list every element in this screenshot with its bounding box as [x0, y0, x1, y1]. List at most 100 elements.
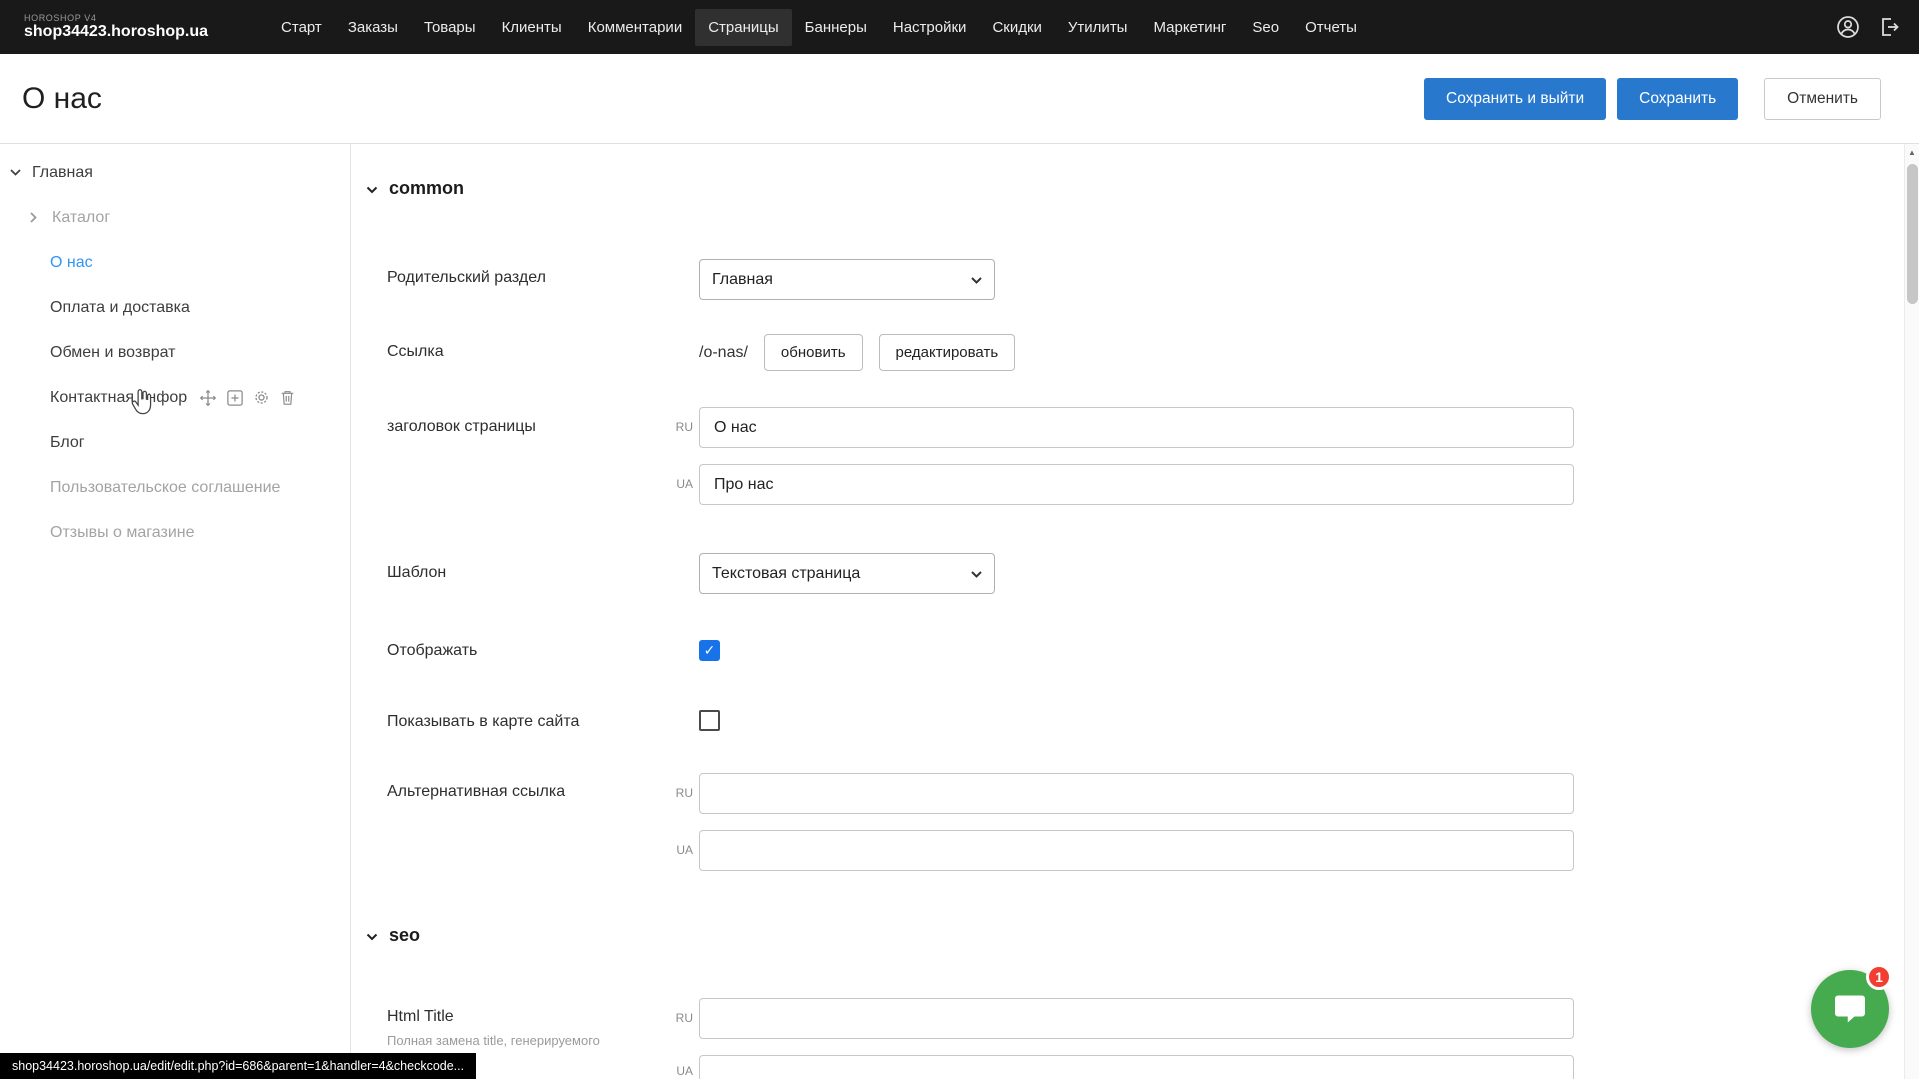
save-button[interactable]: Сохранить [1617, 78, 1738, 120]
lang-badge-ua: UA [659, 843, 693, 857]
link-label: Ссылка [387, 342, 444, 362]
alt-link-label: Альтернативная ссылка [387, 782, 565, 802]
sidebar-item-oplata[interactable]: Оплата и доставка [0, 285, 350, 330]
lang-badge-ru: RU [659, 420, 693, 434]
link-preview-statusbar: shop34423.horoshop.ua/edit/edit.php?id=6… [0, 1053, 476, 1079]
sidebar-item-label: Оплата и доставка [50, 299, 190, 317]
logout-icon[interactable] [1877, 15, 1901, 39]
nav-item-discounts[interactable]: Скидки [979, 9, 1054, 46]
template-select[interactable]: Текстовая страница [699, 553, 995, 594]
sidebar-item-obmen[interactable]: Обмен и возврат [0, 330, 350, 375]
sidebar-item-label: О нас [50, 254, 93, 272]
link-path: /o-nas/ [699, 344, 748, 362]
sidebar-item-glavnaya[interactable]: Главная [0, 150, 350, 195]
delete-trash-icon[interactable] [280, 389, 295, 406]
main-nav: Старт Заказы Товары Клиенты Комментарии … [268, 9, 1370, 46]
nav-item-pages[interactable]: Страницы [695, 9, 791, 46]
html-title-label: Html Title [387, 1007, 454, 1027]
cursor-hand [127, 387, 155, 417]
tree-item-actions [199, 389, 295, 407]
section-seo[interactable]: seo [366, 925, 420, 946]
chevron-down-icon [971, 565, 982, 583]
scrollbar-thumb[interactable] [1907, 164, 1918, 304]
workspace: Главная Каталог О нас Оплата и доставка … [0, 143, 1919, 1079]
page-title-ua-input[interactable] [699, 464, 1574, 505]
chevron-right-icon [30, 212, 44, 223]
template-label: Шаблон [387, 563, 446, 583]
lang-badge-ua: UA [659, 1064, 693, 1078]
sidebar-item-soglashenie[interactable]: Пользовательское соглашение [0, 465, 350, 510]
html-title-ru-input[interactable] [699, 998, 1574, 1039]
html-title-ua-input[interactable] [699, 1055, 1574, 1079]
section-title: common [389, 178, 464, 199]
nav-item-comments[interactable]: Комментарии [575, 9, 695, 46]
page-title: О нас [22, 82, 102, 116]
select-value: Главная [712, 271, 773, 289]
nav-item-start[interactable]: Старт [268, 9, 335, 46]
lang-badge-ua: UA [659, 477, 693, 491]
brand-version: HOROSHOP V4 [24, 13, 208, 23]
alt-link-ru-input[interactable] [699, 773, 1574, 814]
sidebar-item-label: Главная [32, 164, 93, 182]
chevron-down-icon [10, 169, 24, 176]
sidebar-item-kontaktnaya[interactable]: Контактная инфор [0, 375, 350, 420]
sidebar-item-label: Отзывы о магазине [50, 524, 195, 542]
pages-tree-sidebar: Главная Каталог О нас Оплата и доставка … [0, 144, 351, 1079]
topbar: HOROSHOP V4 shop34423.horoshop.ua Старт … [0, 0, 1919, 54]
brand-logo[interactable]: HOROSHOP V4 shop34423.horoshop.ua [24, 13, 208, 42]
settings-gear-icon[interactable] [253, 389, 270, 406]
sitemap-label: Показывать в карте сайта [387, 712, 579, 732]
sidebar-item-label: Пользовательское соглашение [50, 479, 280, 497]
sidebar-item-katalog[interactable]: Каталог [0, 195, 350, 240]
sidebar-item-otzyvy[interactable]: Отзывы о магазине [0, 510, 350, 555]
nav-item-utilities[interactable]: Утилиты [1055, 9, 1141, 46]
page-edit-form: common Родительский раздел Главная Ссылк… [351, 144, 1919, 1079]
nav-item-seo[interactable]: Seo [1239, 9, 1292, 46]
display-checkbox[interactable]: ✓ [699, 640, 720, 661]
nav-item-orders[interactable]: Заказы [335, 9, 411, 46]
alt-link-ua-input[interactable] [699, 830, 1574, 871]
nav-item-reports[interactable]: Отчеты [1292, 9, 1370, 46]
link-update-button[interactable]: обновить [764, 334, 863, 371]
scrollbar[interactable]: ▲ [1904, 144, 1919, 1079]
chevron-down-icon [971, 271, 982, 289]
add-page-icon[interactable] [227, 390, 243, 406]
select-value: Текстовая страница [712, 565, 860, 583]
sidebar-item-label: Каталог [52, 209, 110, 227]
sidebar-item-o-nas[interactable]: О нас [0, 240, 350, 285]
link-row: /o-nas/ обновить редактировать [699, 334, 1015, 371]
move-icon[interactable] [199, 389, 217, 407]
page-header: О нас Сохранить и выйти Сохранить Отмени… [0, 54, 1919, 143]
check-icon: ✓ [704, 642, 716, 659]
sidebar-item-label: Контактная инфор [50, 389, 187, 407]
sitemap-checkbox[interactable] [699, 710, 720, 731]
parent-section-select[interactable]: Главная [699, 259, 995, 300]
nav-item-clients[interactable]: Клиенты [489, 9, 575, 46]
sidebar-item-label: Блог [50, 434, 85, 452]
section-common[interactable]: common [366, 178, 464, 199]
chat-unread-badge: 1 [1866, 964, 1892, 990]
page-title-ru-input[interactable] [699, 407, 1574, 448]
parent-section-label: Родительский раздел [387, 268, 546, 288]
nav-item-products[interactable]: Товары [411, 9, 489, 46]
nav-item-settings[interactable]: Настройки [880, 9, 980, 46]
sidebar-item-blog[interactable]: Блог [0, 420, 350, 465]
sidebar-item-label: Обмен и возврат [50, 344, 175, 362]
nav-item-banners[interactable]: Баннеры [792, 9, 880, 46]
account-icon[interactable] [1835, 14, 1861, 40]
save-and-exit-button[interactable]: Сохранить и выйти [1424, 78, 1606, 120]
lang-badge-ru: RU [659, 1011, 693, 1025]
chevron-down-icon [366, 925, 378, 946]
lang-badge-ru: RU [659, 786, 693, 800]
cancel-button[interactable]: Отменить [1764, 78, 1881, 120]
display-label: Отображать [387, 641, 477, 661]
section-title: seo [389, 925, 420, 946]
chat-widget-button[interactable]: 1 [1811, 970, 1889, 1048]
chevron-down-icon [366, 178, 378, 199]
link-edit-button[interactable]: редактировать [879, 334, 1016, 371]
chat-bubble-icon [1832, 991, 1868, 1027]
page-title-label: заголовок страницы [387, 417, 536, 437]
nav-item-marketing[interactable]: Маркетинг [1140, 9, 1239, 46]
html-title-hint: Полная замена title, генерируемого [387, 1033, 600, 1048]
scrollbar-up-arrow[interactable]: ▲ [1905, 148, 1919, 157]
